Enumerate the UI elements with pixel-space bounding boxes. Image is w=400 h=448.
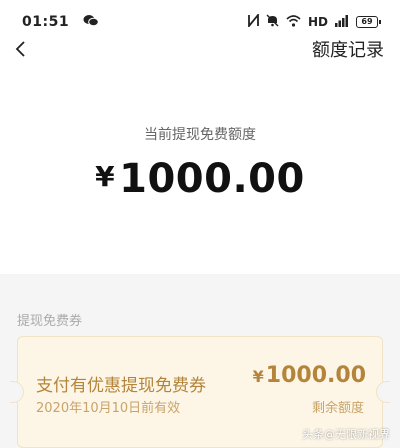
records-link[interactable]: 额度记录 — [312, 36, 384, 62]
coupon-currency-symbol: ¥ — [252, 367, 264, 386]
coupon-notch-left — [10, 381, 24, 403]
section-title: 提现免费券 — [17, 314, 83, 329]
coupon-amount: ¥1000.00 — [253, 363, 366, 388]
wechat-icon — [83, 14, 99, 31]
chevron-left-icon[interactable] — [10, 37, 34, 61]
signal-icon — [335, 14, 349, 30]
currency-symbol: ¥ — [95, 160, 116, 193]
coupon-notch-right — [376, 381, 390, 403]
status-time: 01:51 — [22, 14, 70, 30]
free-quota-hero: 当前提现免费额度 ¥1000.00 — [0, 64, 400, 270]
free-quota-value: 1000.00 — [119, 156, 305, 202]
coupon-amount-label: 剩余额度 — [311, 401, 364, 416]
coupon-section: 提现免费券 支付有优惠提现免费券 2020年10月10日前有效 ¥1000.00… — [0, 274, 400, 448]
mute-icon — [266, 14, 279, 30]
status-icons: HD 69 — [248, 12, 381, 30]
coupon-expiry: 2020年10月10日前有效 — [36, 401, 181, 416]
battery-icon: 69 — [356, 16, 381, 28]
coupon-amount-value: 1000.00 — [265, 363, 366, 388]
network-type: HD — [307, 15, 328, 29]
coupon-title: 支付有优惠提现免费券 — [36, 376, 206, 396]
watermark: 头条@无限新视界 — [302, 428, 390, 441]
nav-bar: 额度记录 — [0, 34, 400, 64]
free-quota-amount: ¥1000.00 — [0, 156, 400, 202]
free-quota-label: 当前提现免费额度 — [144, 127, 256, 143]
wifi-icon — [286, 14, 301, 30]
nfc-icon — [248, 12, 259, 30]
